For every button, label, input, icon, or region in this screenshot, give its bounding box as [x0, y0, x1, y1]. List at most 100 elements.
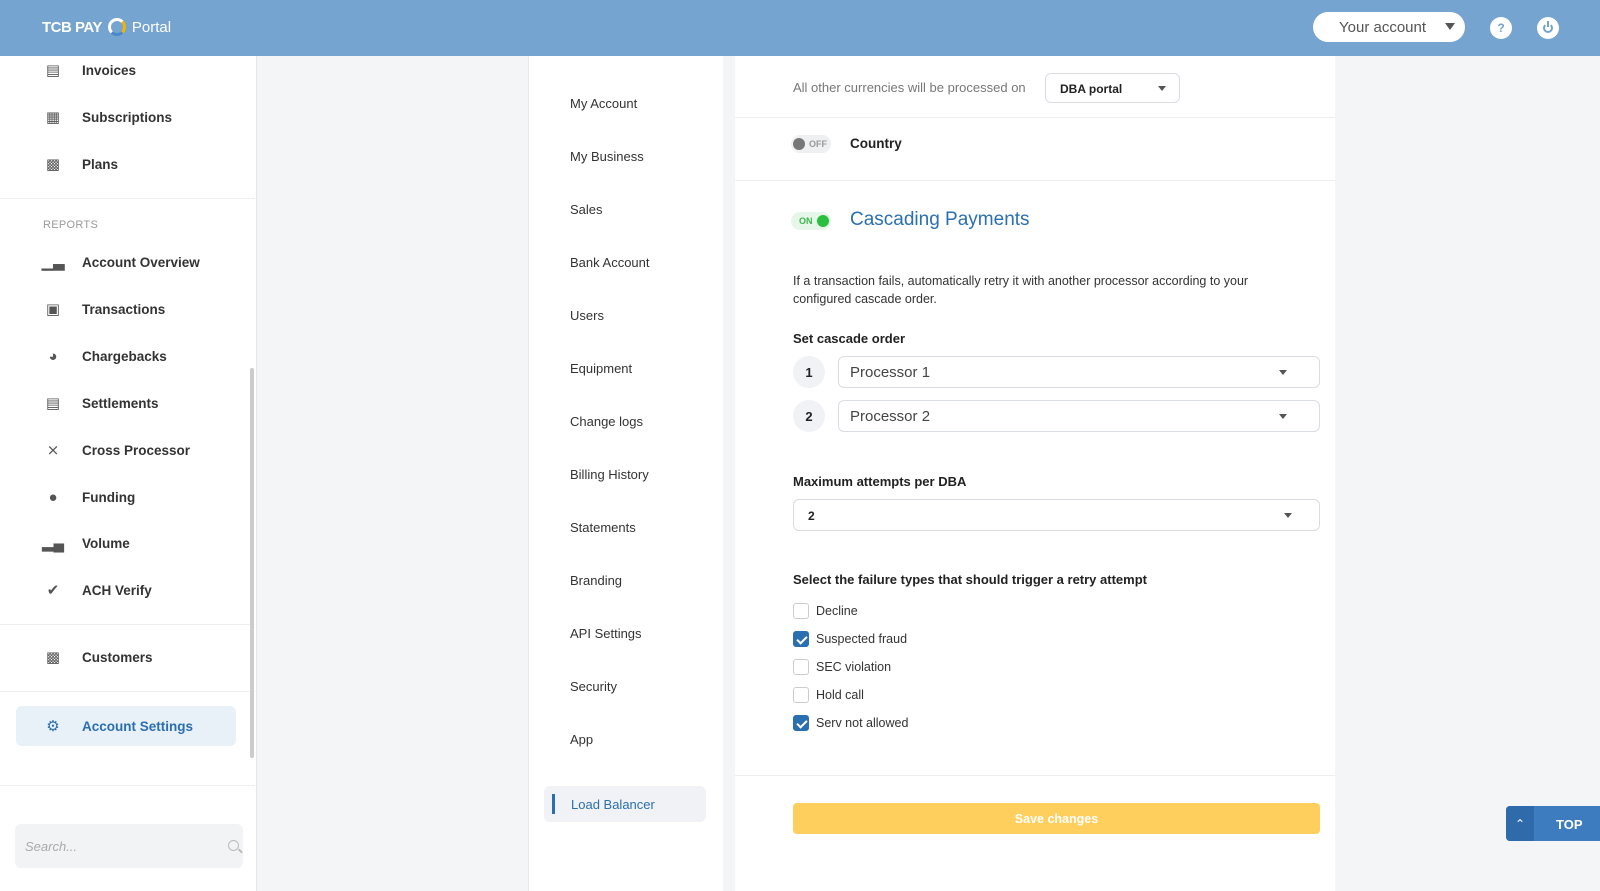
settings-nav-statements[interactable]: Statements	[570, 520, 636, 535]
back-to-top-button[interactable]: ⌃ TOP	[1506, 806, 1600, 841]
sidebar-item-account-settings[interactable]: ⚙ Account Settings	[16, 706, 236, 746]
sidebar-item-chargebacks[interactable]: ◕ Chargebacks	[0, 336, 257, 376]
settings-nav-billing-history[interactable]: Billing History	[570, 467, 649, 482]
top-label: TOP	[1556, 817, 1583, 832]
sidebar-item-label: Invoices	[82, 62, 137, 78]
sidebar-item-label: Chargebacks	[82, 348, 167, 364]
sidebar-item-invoices[interactable]: ▤ Invoices	[0, 50, 257, 90]
account-label: Your account	[1339, 18, 1427, 36]
sidebar-item-subscriptions[interactable]: ▦ Subscriptions	[0, 97, 257, 137]
sidebar-item-label: Plans	[82, 156, 119, 172]
checkbox-checked[interactable]	[793, 631, 809, 647]
settings-nav-my-account[interactable]: My Account	[570, 96, 637, 111]
checkbox[interactable]	[793, 659, 809, 675]
sidebar-item-label: Account Overview	[82, 254, 200, 270]
settings-nav-bank-account[interactable]: Bank Account	[570, 255, 650, 270]
sidebar-item-label: Cross Processor	[82, 442, 191, 458]
sidebar-item-label: Account Settings	[82, 718, 194, 734]
sidebar: ▤ Invoices ▦ Subscriptions ▩ Plans REPOR…	[0, 56, 257, 891]
toggle-state: ON	[799, 216, 813, 226]
search-input[interactable]	[25, 836, 205, 856]
sidebar-item-account-overview[interactable]: ▁▃ Account Overview	[0, 242, 257, 282]
settings-nav-my-business[interactable]: My Business	[570, 149, 644, 164]
dba-portal-value: DBA portal	[1060, 82, 1123, 96]
toggle-knob	[817, 215, 829, 227]
settings-nav-sales[interactable]: Sales	[570, 202, 603, 217]
failure-types-label: Select the failure types that should tri…	[793, 572, 1147, 587]
cascading-payments-title: Cascading Payments	[850, 209, 1030, 230]
save-changes-button[interactable]: Save changes	[793, 803, 1320, 834]
sidebar-item-label: Customers	[82, 649, 153, 665]
checkbox[interactable]	[793, 603, 809, 619]
settings-nav-equipment[interactable]: Equipment	[570, 361, 632, 376]
caret-down-icon	[1284, 513, 1292, 518]
failure-type-sec-violation[interactable]: SEC violation	[793, 658, 891, 676]
sidebar-item-transactions[interactable]: ▣ Transactions	[0, 289, 257, 329]
checkbox-label: Hold call	[816, 688, 864, 702]
sidebar-item-customers[interactable]: ▩ Customers	[0, 637, 257, 677]
logo-brand: TCB PAY	[42, 18, 102, 36]
processor-select-2[interactable]: Processor 2	[838, 400, 1320, 432]
divider	[0, 198, 255, 199]
sidebar-item-volume[interactable]: ▂▄ Volume	[0, 523, 257, 563]
sidebar-item-label: ACH Verify	[82, 582, 152, 598]
top-bar: TCB PAY Portal Your account ?	[0, 0, 1600, 56]
failure-type-decline[interactable]: Decline	[793, 602, 858, 620]
power-icon[interactable]	[1537, 17, 1559, 39]
checkbox-label: Serv not allowed	[816, 716, 909, 730]
checkbox-label: Suspected fraud	[816, 632, 908, 646]
max-attempts-select[interactable]: 2	[793, 499, 1320, 531]
sidebar-item-plans[interactable]: ▩ Plans	[0, 144, 257, 184]
sidebar-item-label: Subscriptions	[82, 109, 173, 125]
sidebar-item-ach-verify[interactable]: ✔ ACH Verify	[0, 570, 257, 610]
sidebar-item-cross-processor[interactable]: ⨯ Cross Processor	[0, 430, 257, 470]
search-icon[interactable]	[228, 840, 239, 851]
contacts-icon: ▩	[45, 649, 61, 666]
failure-type-serv-not-allowed[interactable]: Serv not allowed	[793, 714, 908, 732]
processor-select-1[interactable]: Processor 1	[838, 356, 1320, 388]
active-indicator	[552, 794, 555, 814]
logo[interactable]: TCB PAY Portal	[42, 18, 171, 36]
sidebar-item-settlements[interactable]: ▤ Settlements	[0, 383, 257, 423]
funding-icon: ●	[48, 488, 58, 506]
verified-icon: ✔	[46, 582, 60, 599]
settings-nav-app[interactable]: App	[570, 732, 593, 747]
failure-type-hold-call[interactable]: Hold call	[793, 686, 864, 704]
settings-nav-security[interactable]: Security	[570, 679, 617, 694]
toggle-knob	[793, 138, 805, 150]
settings-nav-api-settings[interactable]: API Settings	[570, 626, 642, 641]
sidebar-scrollbar[interactable]	[250, 368, 254, 758]
chargebacks-icon: ◕	[48, 347, 58, 365]
settings-nav-branding[interactable]: Branding	[570, 573, 622, 588]
divider	[735, 117, 1335, 118]
sidebar-item-funding[interactable]: ● Funding	[0, 477, 257, 517]
settings-nav-change-logs[interactable]: Change logs	[570, 414, 643, 429]
cascade-order-number: 1	[793, 356, 825, 388]
sidebar-item-label: Transactions	[82, 301, 166, 317]
country-toggle[interactable]: OFF	[791, 135, 831, 153]
logo-portal-text: Portal	[131, 18, 172, 36]
load-balancer-panel: All other currencies will be processed o…	[735, 56, 1335, 891]
country-label: Country	[850, 136, 902, 151]
caret-down-icon	[1445, 23, 1455, 30]
sidebar-item-label: Settlements	[82, 395, 159, 411]
clipboard-icon: ▤	[45, 395, 61, 412]
checkbox-checked[interactable]	[793, 715, 809, 731]
max-attempts-value: 2	[808, 509, 815, 523]
help-icon[interactable]: ?	[1490, 17, 1512, 39]
checkbox[interactable]	[793, 687, 809, 703]
settings-nav-users[interactable]: Users	[570, 308, 604, 323]
cascading-payments-toggle[interactable]: ON	[791, 212, 831, 230]
caret-down-icon	[1279, 370, 1287, 375]
invoice-icon: ▤	[45, 62, 61, 79]
divider	[0, 624, 255, 625]
settings-nav-load-balancer[interactable]: Load Balancer	[544, 786, 706, 822]
other-currencies-text: All other currencies will be processed o…	[793, 80, 1026, 95]
dba-portal-select[interactable]: DBA portal	[1045, 73, 1180, 103]
cascade-description: If a transaction fails, automatically re…	[793, 274, 1249, 306]
cascade-order-number: 2	[793, 400, 825, 432]
processor-value: Processor 1	[850, 364, 931, 381]
your-account-dropdown[interactable]: Your account	[1313, 12, 1465, 42]
failure-type-suspected-fraud[interactable]: Suspected fraud	[793, 630, 907, 648]
gear-icon: ⚙	[46, 718, 60, 735]
